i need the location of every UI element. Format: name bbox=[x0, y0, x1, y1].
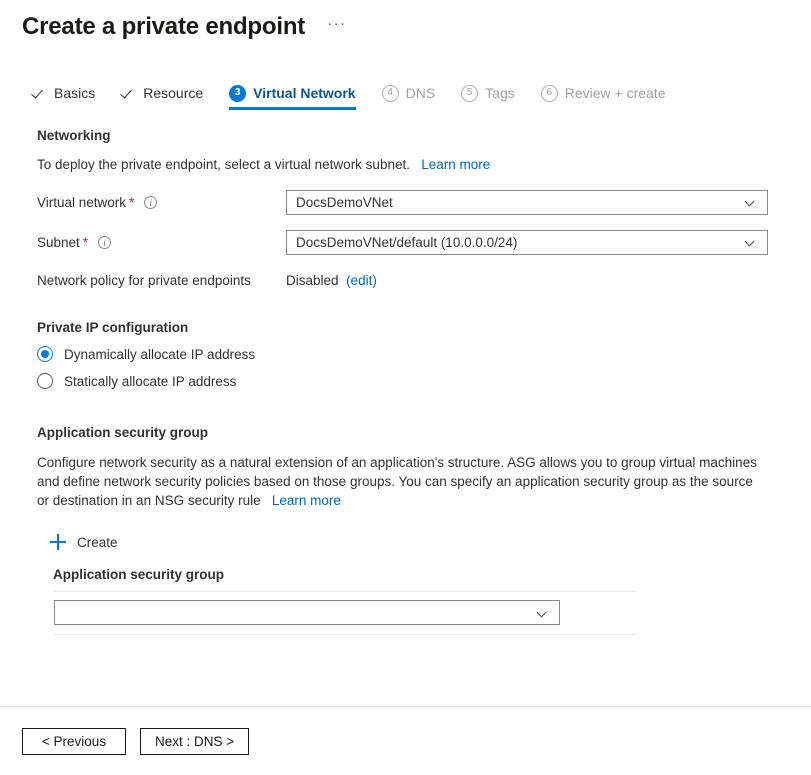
asg-learn-more-link[interactable]: Learn more bbox=[272, 493, 341, 508]
tab-basics[interactable]: Basics bbox=[32, 76, 95, 110]
chevron-down-icon bbox=[746, 237, 756, 247]
networking-learn-more-link[interactable]: Learn more bbox=[421, 157, 490, 172]
subnet-row: Subnet * i DocsDemoVNet/default (10.0.0.… bbox=[37, 230, 811, 254]
asg-create-button[interactable]: Create bbox=[46, 531, 122, 553]
network-policy-label: Network policy for private endpoints bbox=[37, 273, 286, 288]
chevron-down-icon bbox=[538, 608, 548, 618]
tab-dns[interactable]: 4 DNS bbox=[382, 76, 436, 110]
required-asterisk: * bbox=[83, 235, 88, 250]
check-icon bbox=[121, 86, 136, 101]
plus-icon bbox=[50, 534, 66, 550]
active-tab-underline bbox=[229, 107, 355, 110]
network-policy-value-group: Disabled (edit) bbox=[286, 273, 377, 288]
network-policy-edit-link[interactable]: (edit) bbox=[346, 273, 377, 288]
wizard-footer: < Previous Next : DNS > bbox=[0, 707, 811, 775]
asg-heading: Application security group bbox=[37, 425, 811, 440]
previous-button[interactable]: < Previous bbox=[22, 728, 126, 755]
virtual-network-label: Virtual network bbox=[37, 195, 126, 210]
private-ip-heading: Private IP configuration bbox=[37, 320, 811, 335]
radio-button-icon bbox=[37, 373, 53, 389]
asg-description-text: Configure network security as a natural … bbox=[37, 455, 757, 508]
virtual-network-value: DocsDemoVNet bbox=[296, 195, 393, 210]
tab-virtual-network[interactable]: 3 Virtual Network bbox=[229, 76, 355, 110]
asg-column-header: Application security group bbox=[53, 567, 637, 591]
tab-review-create[interactable]: 6 Review + create bbox=[541, 76, 666, 110]
required-asterisk: * bbox=[129, 195, 134, 210]
networking-description: To deploy the private endpoint, select a… bbox=[37, 155, 777, 174]
tab-tags[interactable]: 5 Tags bbox=[461, 76, 515, 110]
virtual-network-row: Virtual network * i DocsDemoVNet bbox=[37, 190, 811, 214]
asg-description: Configure network security as a natural … bbox=[37, 453, 765, 510]
step-number-badge: 4 bbox=[382, 85, 399, 102]
networking-heading: Networking bbox=[37, 128, 811, 143]
title-bar: Create a private endpoint ··· bbox=[0, 0, 811, 42]
asg-select[interactable] bbox=[54, 600, 560, 625]
subnet-select[interactable]: DocsDemoVNet/default (10.0.0.0/24) bbox=[286, 230, 768, 255]
radio-button-selected-icon bbox=[37, 346, 53, 362]
tab-resource[interactable]: Resource bbox=[121, 76, 203, 110]
next-button[interactable]: Next : DNS > bbox=[140, 728, 249, 755]
radio-static-allocate[interactable]: Statically allocate IP address bbox=[37, 373, 236, 389]
tab-label: Virtual Network bbox=[253, 85, 355, 101]
virtual-network-label-group: Virtual network * i bbox=[37, 195, 286, 210]
info-icon[interactable]: i bbox=[144, 196, 157, 209]
network-policy-row: Network policy for private endpoints Dis… bbox=[37, 273, 811, 288]
tab-label: Tags bbox=[485, 85, 515, 101]
subnet-label-group: Subnet * i bbox=[37, 235, 286, 250]
virtual-network-select[interactable]: DocsDemoVNet bbox=[286, 190, 768, 215]
wizard-tab-bar: Basics Resource 3 Virtual Network 4 DNS … bbox=[0, 76, 811, 110]
network-policy-value: Disabled bbox=[286, 273, 339, 288]
tab-label: Basics bbox=[54, 85, 95, 101]
page-title: Create a private endpoint bbox=[22, 12, 305, 42]
tab-label: Resource bbox=[143, 85, 203, 101]
radio-label: Dynamically allocate IP address bbox=[64, 347, 255, 362]
main-content: Networking To deploy the private endpoin… bbox=[0, 128, 811, 635]
chevron-down-icon bbox=[746, 197, 756, 207]
subnet-value: DocsDemoVNet/default (10.0.0.0/24) bbox=[296, 235, 517, 250]
tab-label: Review + create bbox=[565, 85, 666, 101]
asg-table: Application security group bbox=[53, 567, 637, 635]
info-icon[interactable]: i bbox=[98, 236, 111, 249]
step-number-badge: 3 bbox=[229, 85, 246, 102]
tab-label: DNS bbox=[406, 85, 436, 101]
check-icon bbox=[32, 86, 47, 101]
subnet-label: Subnet bbox=[37, 235, 80, 250]
networking-description-text: To deploy the private endpoint, select a… bbox=[37, 157, 410, 172]
radio-label: Statically allocate IP address bbox=[64, 374, 236, 389]
step-number-badge: 5 bbox=[461, 85, 478, 102]
asg-table-row bbox=[53, 591, 637, 635]
asg-create-label: Create bbox=[77, 535, 118, 550]
more-options-icon[interactable]: ··· bbox=[323, 15, 351, 39]
step-number-badge: 6 bbox=[541, 85, 558, 102]
radio-dynamic-allocate[interactable]: Dynamically allocate IP address bbox=[37, 346, 255, 362]
